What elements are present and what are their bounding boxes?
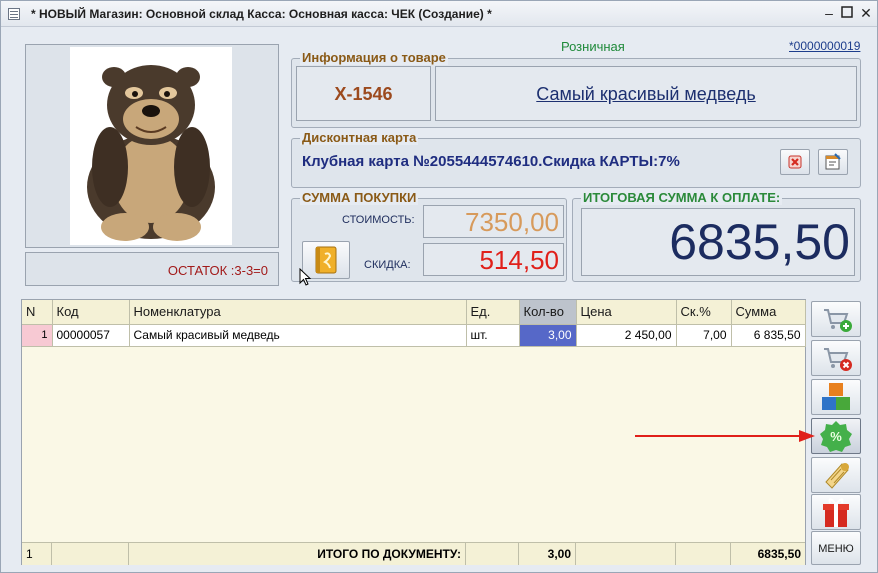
blocks-icon (822, 383, 850, 410)
footer-row-count: 1 (22, 543, 52, 565)
delete-item-button[interactable] (811, 340, 861, 376)
close-icon[interactable]: ✕ (858, 5, 874, 21)
col-header-quantity[interactable]: Кол-во (519, 300, 577, 325)
gift-icon (823, 498, 849, 527)
cell-quantity[interactable]: 3,00 (519, 324, 577, 347)
window-menu-icon[interactable] (8, 8, 20, 20)
stock-panel: ОСТАТОК :3-3=0 (25, 252, 279, 286)
cell-n[interactable]: 1 (22, 324, 53, 347)
footer-total-qty: 3,00 (519, 543, 576, 565)
product-info-legend: Информация о товаре (300, 50, 448, 65)
cost-label: СТОИМОСТЬ: (342, 214, 415, 226)
discount-percent-icon: % (820, 421, 852, 452)
col-header-nomenclature[interactable]: Номенклатура (129, 300, 467, 325)
cell-discount[interactable]: 7,00 (676, 324, 732, 347)
window-title: * НОВЫЙ Магазин: Основной склад Касса: О… (31, 7, 492, 21)
apply-discount-button[interactable]: % (811, 418, 861, 454)
cell-code[interactable]: 00000057 (52, 324, 130, 347)
minimize-icon[interactable]: – (821, 5, 837, 21)
table-footer: 1 ИТОГО ПО ДОКУМЕНТУ: 3,00 6835,50 (22, 542, 805, 565)
remove-card-button[interactable] (780, 149, 810, 175)
col-header-unit[interactable]: Ед. (466, 300, 520, 325)
document-number-link[interactable]: *0000000019 (789, 39, 860, 53)
col-header-price[interactable]: Цена (576, 300, 677, 325)
footer-total-sum: 6835,50 (757, 547, 801, 561)
product-photo-frame (25, 44, 279, 248)
annotation-arrow-icon (635, 430, 815, 442)
bear-image (87, 65, 215, 241)
discount-card-text: Клубная карта №2055444574610.Скидка КАРТ… (302, 153, 680, 170)
maximize-icon[interactable] (839, 5, 855, 21)
cell-unit[interactable]: шт. (466, 324, 520, 347)
stock-label: ОСТАТОК :3-3=0 (167, 263, 268, 278)
product-name-box: Самый красивый медведь (435, 66, 857, 121)
cart-add-icon (824, 309, 852, 332)
catalog-button[interactable] (811, 379, 861, 415)
total-to-pay-value: 6835,50 (581, 208, 855, 276)
select-card-button[interactable] (818, 149, 848, 175)
remove-card-icon (788, 155, 802, 169)
discount-label: СКИДКА: (364, 259, 411, 271)
cell-sum[interactable]: 6 835,50 (731, 324, 806, 347)
product-name-link[interactable]: Самый красивый медведь (536, 84, 755, 104)
table-header-row: N Код Номенклатура Ед. Кол-во Цена Ск.% … (22, 300, 806, 325)
add-item-button[interactable] (811, 301, 861, 337)
mouse-cursor-icon (299, 268, 312, 286)
menu-button-label: МЕНЮ (818, 543, 854, 555)
receipt-button[interactable] (811, 457, 861, 493)
product-article: Х-1546 (296, 66, 431, 121)
cell-price[interactable]: 2 450,00 (576, 324, 677, 347)
discount-card-legend: Дисконтная карта (300, 130, 419, 145)
cost-value: 7350,00 (423, 205, 564, 238)
table-row[interactable]: 1 00000057 Самый красивый медведь шт. 3,… (22, 324, 806, 347)
card-edit-icon (825, 153, 841, 170)
purchase-sum-legend: СУММА ПОКУПКИ (300, 190, 419, 205)
menu-button[interactable]: МЕНЮ (811, 531, 861, 565)
product-photo (70, 47, 232, 245)
cell-nomenclature[interactable]: Самый красивый медведь (129, 324, 467, 347)
receipt-roll-icon (825, 463, 849, 489)
price-type-label: Розничная (561, 39, 625, 54)
col-header-discount[interactable]: Ск.% (676, 300, 732, 325)
col-header-code[interactable]: Код (52, 300, 130, 325)
gift-button[interactable] (811, 494, 861, 530)
title-bar: * НОВЫЙ Магазин: Основной склад Касса: О… (1, 1, 877, 27)
receipt-window: * НОВЫЙ Магазин: Основной склад Касса: О… (0, 0, 878, 573)
total-to-pay-legend: ИТОГОВАЯ СУММА К ОПЛАТЕ: (581, 190, 783, 205)
cart-remove-icon (824, 348, 852, 371)
col-header-n[interactable]: N (22, 300, 53, 325)
svg-text:%: % (830, 429, 842, 444)
footer-total-label: ИТОГО ПО ДОКУМЕНТУ: (129, 543, 466, 565)
discount-value: 514,50 (423, 243, 564, 276)
col-header-sum[interactable]: Сумма (731, 300, 806, 325)
